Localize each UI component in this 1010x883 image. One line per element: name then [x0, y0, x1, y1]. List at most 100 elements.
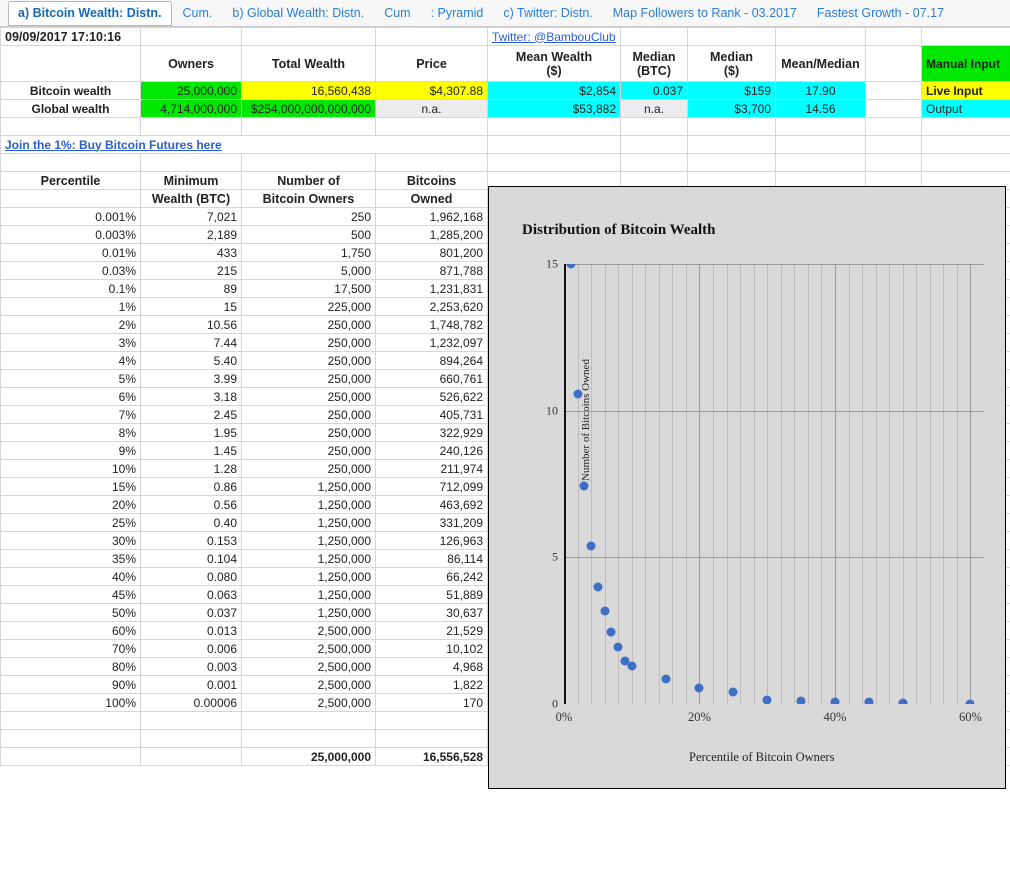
main-owners: 1,250,000 — [242, 550, 376, 568]
main-percentile: 4% — [1, 352, 141, 370]
chart-gridline-v — [754, 264, 755, 704]
chart-gridline-v — [903, 264, 904, 704]
twitter-link[interactable]: Twitter: @BambouClub — [492, 30, 616, 44]
empty-cell — [776, 28, 866, 46]
main-owners: 1,750 — [242, 244, 376, 262]
sheet-tab-6[interactable]: Map Followers to Rank - 03.2017 — [604, 2, 806, 25]
main-owners: 5,000 — [242, 262, 376, 280]
summary-header-1: Total Wealth — [242, 46, 376, 82]
main-min-wealth: 0.86 — [141, 478, 242, 496]
twitter-link-cell[interactable]: Twitter: @BambouClub — [488, 28, 621, 46]
empty-cell — [922, 154, 1010, 172]
sheet-tab-1[interactable]: Cum. — [174, 2, 222, 25]
main-min-wealth: 0.080 — [141, 568, 242, 586]
futures-link[interactable]: Join the 1%: Buy Bitcoin Futures here — [5, 138, 222, 152]
summary-mean-median-1: 14.56 — [776, 100, 866, 118]
main-owners: 2,500,000 — [242, 658, 376, 676]
main-owners: 1,250,000 — [242, 604, 376, 622]
main-min-wealth: 5.40 — [141, 352, 242, 370]
summary-total-wealth-1: $254,000,000,000,000 — [242, 100, 376, 118]
chart-data-point — [627, 662, 636, 671]
legend-live-input: Live Input — [922, 82, 1010, 100]
main-owners: 250,000 — [242, 424, 376, 442]
chart-data-point — [898, 698, 907, 704]
main-percentile: 0.003% — [1, 226, 141, 244]
empty-cell — [922, 28, 1010, 46]
main-min-wealth: 7.44 — [141, 334, 242, 352]
futures-link-cell[interactable]: Join the 1%: Buy Bitcoin Futures here — [1, 136, 488, 154]
main-owners: 2,500,000 — [242, 622, 376, 640]
main-percentile: 0.1% — [1, 280, 141, 298]
chart-gridline-v — [849, 264, 850, 704]
sheet-tab-3[interactable]: Cum — [375, 2, 419, 25]
chart-data-point — [580, 481, 589, 490]
main-percentile: 10% — [1, 460, 141, 478]
sheet-tab-4[interactable]: : Pyramid — [422, 2, 493, 25]
main-percentile: 25% — [1, 514, 141, 532]
chart-gridline-v — [957, 264, 958, 704]
main-owners: 1,250,000 — [242, 586, 376, 604]
main-percentile: 45% — [1, 586, 141, 604]
empty-cell — [376, 712, 488, 730]
main-owners: 2,500,000 — [242, 694, 376, 712]
chart-gridline-v — [578, 264, 579, 704]
empty-cell — [242, 118, 376, 136]
empty-cell — [1, 46, 141, 82]
empty-cell — [776, 154, 866, 172]
main-min-wealth: 2,189 — [141, 226, 242, 244]
main-percentile: 100% — [1, 694, 141, 712]
summary-mean-wealth-1: $53,882 — [488, 100, 621, 118]
main-percentile: 3% — [1, 334, 141, 352]
main-min-wealth: 215 — [141, 262, 242, 280]
sheet-tab-5[interactable]: c) Twitter: Distn. — [494, 2, 601, 25]
empty-cell — [488, 154, 621, 172]
empty-cell — [376, 28, 488, 46]
empty-cell — [1, 154, 141, 172]
chart-data-point — [661, 674, 670, 683]
main-min-wealth: 0.006 — [141, 640, 242, 658]
main-bitcoins: 1,748,782 — [376, 316, 488, 334]
chart-gridline-v — [862, 264, 863, 704]
chart-gridline-v — [794, 264, 795, 704]
empty-cell — [376, 118, 488, 136]
chart-gridline-v — [876, 264, 877, 704]
empty-cell — [242, 154, 376, 172]
chart-data-point — [573, 390, 582, 399]
main-percentile: 1% — [1, 298, 141, 316]
empty-cell — [376, 730, 488, 748]
main-min-wealth: 7,021 — [141, 208, 242, 226]
chart-gridline-v — [659, 264, 660, 704]
main-bitcoins: 10,102 — [376, 640, 488, 658]
chart-y-tick-label: 10 — [546, 403, 558, 418]
chart-container[interactable]: Distribution of Bitcoin Wealth Number of… — [488, 186, 1006, 789]
chart-gridline-v — [930, 264, 931, 704]
chart-gridline-v — [632, 264, 633, 704]
chart-gridline-v — [916, 264, 917, 704]
main-percentile: 50% — [1, 604, 141, 622]
chart-gridline-v — [686, 264, 687, 704]
main-owners: 250,000 — [242, 316, 376, 334]
main-percentile: 70% — [1, 640, 141, 658]
sheet-tab-bar: a) Bitcoin Wealth: Distn.Cum.b) Global W… — [0, 0, 1010, 27]
chart-gridline-v — [970, 264, 971, 704]
chart-data-point — [614, 642, 623, 651]
main-header-bottom-1: Wealth (BTC) — [141, 190, 242, 208]
main-owners: 250,000 — [242, 370, 376, 388]
main-bitcoins: 1,962,168 — [376, 208, 488, 226]
sheet-tab-0[interactable]: a) Bitcoin Wealth: Distn. — [8, 1, 172, 26]
sheet-tab-2[interactable]: b) Global Wealth: Distn. — [223, 2, 373, 25]
empty-cell — [242, 28, 376, 46]
chart-data-point — [593, 582, 602, 591]
main-min-wealth: 3.18 — [141, 388, 242, 406]
timestamp-row: 09/09/2017 17:10:16Twitter: @BambouClub — [1, 28, 1010, 46]
chart-gridline-v — [699, 264, 700, 704]
main-header-top-2: Number of — [242, 172, 376, 190]
chart-y-tick-label: 15 — [546, 257, 558, 272]
chart-gridline-v — [713, 264, 714, 704]
sheet-tab-7[interactable]: Fastest Growth - 07.17 — [808, 2, 953, 25]
chart-x-tick-label: 0% — [556, 710, 573, 725]
main-min-wealth: 1.95 — [141, 424, 242, 442]
main-owners: 1,250,000 — [242, 496, 376, 514]
empty-cell — [621, 136, 688, 154]
empty-cell — [866, 46, 922, 82]
